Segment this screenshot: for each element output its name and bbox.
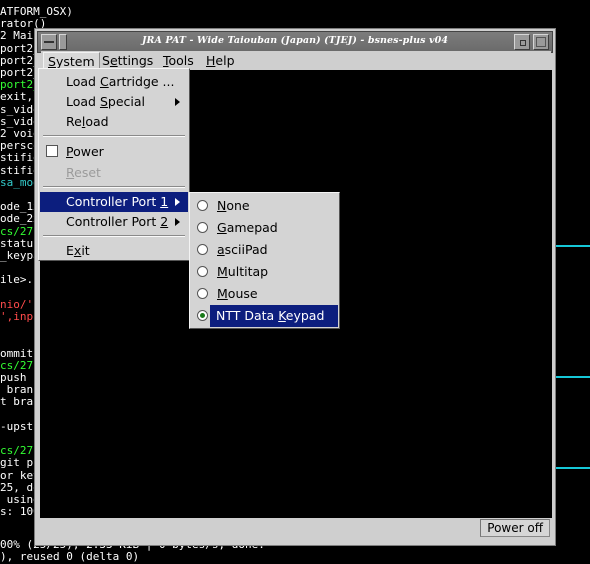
menu-item-load-special[interactable]: Load Special: [40, 92, 188, 112]
terminal-accent-line: [555, 467, 590, 469]
terminal-accent-line: [555, 376, 590, 378]
terminal-line: ), reused 0 (delta 0): [0, 550, 140, 563]
controller-port-1-submenu: None Gamepad asciiPad Multitap Mouse NTT…: [189, 192, 340, 329]
menu-item-load-cartridge[interactable]: Load Cartridge ...: [40, 72, 188, 92]
menu-mnemonic: e: [109, 53, 118, 68]
submenu-arrow-icon: [175, 98, 180, 106]
menu-separator: [43, 186, 185, 188]
menu-separator: [43, 235, 185, 237]
port1-option-ntt-data-keypad[interactable]: NTT Data Keypad: [210, 305, 338, 327]
radio-icon: [197, 244, 208, 255]
menu-item-power[interactable]: Power: [40, 142, 188, 162]
menu-item-controller-port-1[interactable]: Controller Port 1: [40, 192, 188, 212]
power-status: Power off: [480, 519, 550, 537]
terminal-line: exit,: [0, 90, 34, 104]
minimize-button[interactable]: [514, 34, 530, 50]
maximize-button[interactable]: [533, 34, 549, 50]
port1-option-asciipad[interactable]: asciiPad: [191, 239, 338, 261]
menu-item-reload[interactable]: Reload: [40, 112, 188, 132]
menu-system[interactable]: System: [43, 52, 100, 69]
menu-label: ystem: [55, 54, 95, 69]
radio-icon: [197, 288, 208, 299]
submenu-arrow-icon: [175, 218, 180, 226]
radio-selected-icon: [197, 310, 208, 321]
port1-option-multitap[interactable]: Multitap: [191, 261, 338, 283]
system-menu: Load Cartridge ... Load Special Reload P…: [38, 68, 190, 261]
window-title: JRA PAT - Wide Taiouban (Japan) (TJEJ) -…: [141, 35, 449, 46]
menu-item-exit[interactable]: Exit: [40, 241, 188, 261]
menu-mnemonic: S: [48, 54, 56, 69]
radio-icon: [197, 222, 208, 233]
menu-help[interactable]: Help: [202, 52, 239, 69]
power-checkbox[interactable]: [46, 145, 58, 157]
menu-separator: [43, 135, 185, 137]
menu-mnemonic: H: [206, 53, 216, 68]
port1-option-none[interactable]: None: [191, 195, 338, 217]
terminal-line: ommit: [0, 346, 34, 360]
menu-item-controller-port-2[interactable]: Controller Port 2: [40, 212, 188, 232]
port1-option-gamepad[interactable]: Gamepad: [191, 217, 338, 239]
menu-label: S: [102, 53, 110, 68]
menu-settings[interactable]: Settings: [98, 52, 157, 69]
menu-tools[interactable]: Tools: [159, 52, 198, 69]
status-bar: Power off: [40, 519, 552, 541]
port1-option-mouse[interactable]: Mouse: [191, 283, 338, 305]
radio-icon: [197, 200, 208, 211]
menu-label: elp: [215, 53, 235, 68]
title-bar[interactable]: JRA PAT - Wide Taiouban (Japan) (TJEJ) -…: [37, 31, 553, 53]
radio-icon: [197, 266, 208, 277]
terminal-accent-line: [555, 245, 590, 247]
menu-label: ttings: [117, 53, 154, 68]
menu-item-reset: Reset: [66, 165, 101, 180]
submenu-arrow-icon: [175, 198, 180, 206]
menu-label: ools: [168, 53, 194, 68]
